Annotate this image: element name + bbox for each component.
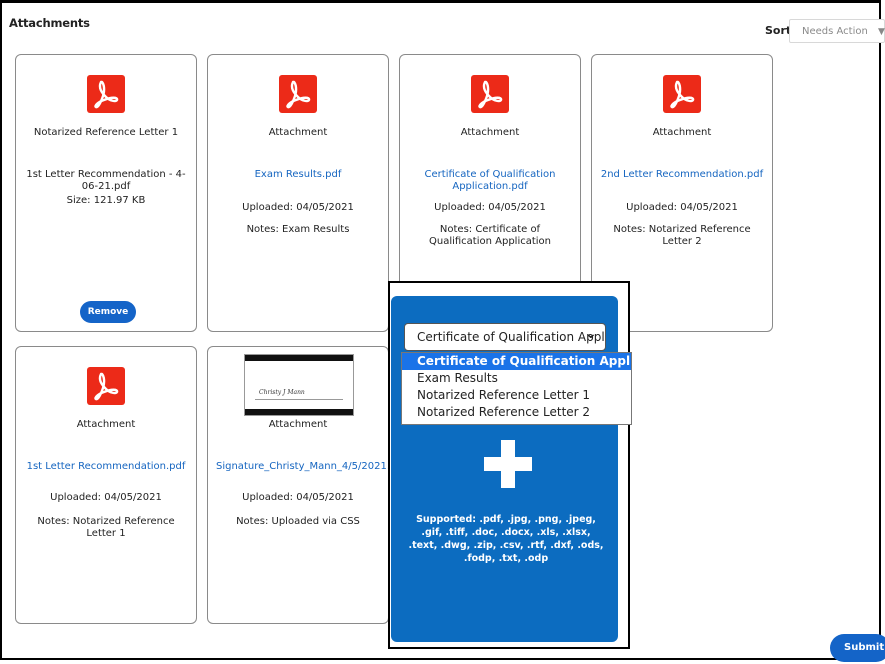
attachment-card: Attachment Exam Results.pdf Uploaded: 04… bbox=[207, 54, 389, 332]
dropdown-option[interactable]: Exam Results bbox=[402, 370, 631, 387]
attachment-card: Notarized Reference Letter 1 1st Letter … bbox=[15, 54, 197, 332]
document-type-dropdown: Certificate of Qualification Application… bbox=[401, 352, 632, 425]
card-filename: 1st Letter Recommendation - 4-06-21.pdf bbox=[26, 169, 186, 192]
document-type-select[interactable]: Certificate of Qualification Application bbox=[404, 323, 606, 351]
chevron-down-icon[interactable]: ⌄ bbox=[585, 326, 597, 342]
dropdown-option[interactable]: Notarized Reference Letter 2 bbox=[402, 404, 631, 421]
chevron-down-icon[interactable]: ▼ bbox=[878, 27, 885, 37]
card-file-link[interactable]: Exam Results.pdf bbox=[218, 169, 378, 181]
supported-formats: Supported: .pdf, .jpg, .png, .jpeg, .gif… bbox=[408, 514, 604, 564]
pdf-icon bbox=[279, 75, 317, 113]
page-title: Attachments bbox=[9, 16, 90, 30]
submit-button[interactable]: Submit bbox=[830, 634, 885, 662]
attachment-card: Attachment 1st Letter Recommendation.pdf… bbox=[15, 346, 197, 624]
card-uploaded: Uploaded: 04/05/2021 bbox=[626, 202, 738, 213]
card-type: Notarized Reference Letter 1 bbox=[33, 127, 179, 138]
dropdown-option[interactable]: Certificate of Qualification Application bbox=[402, 353, 631, 370]
signature-image: Christy J Mann bbox=[259, 389, 305, 396]
card-uploaded: Uploaded: 04/05/2021 bbox=[434, 202, 546, 213]
card-file-link[interactable]: 1st Letter Recommendation.pdf bbox=[26, 461, 186, 473]
card-uploaded: Uploaded: 04/05/2021 bbox=[50, 492, 162, 503]
card-type: Attachment bbox=[652, 127, 712, 138]
attachment-card: Christy J Mann Attachment Signature_Chri… bbox=[207, 346, 406, 624]
card-type: Attachment bbox=[268, 419, 328, 430]
signature-thumbnail: Christy J Mann bbox=[244, 354, 354, 416]
card-notes: Notes: Notarized Reference Letter 2 bbox=[613, 224, 751, 247]
card-type: Attachment bbox=[460, 127, 520, 138]
pdf-icon bbox=[663, 75, 701, 113]
card-type: Attachment bbox=[268, 127, 328, 138]
card-uploaded: Uploaded: 04/05/2021 bbox=[242, 202, 354, 213]
card-notes: Notes: Notarized Reference Letter 1 bbox=[37, 516, 175, 539]
pdf-icon bbox=[87, 367, 125, 405]
remove-button[interactable]: Remove bbox=[80, 301, 136, 323]
card-notes: Notes: Certificate of Qualification Appl… bbox=[428, 224, 552, 247]
pdf-icon bbox=[471, 75, 509, 113]
card-size: Size: 121.97 KB bbox=[66, 195, 146, 206]
card-file-link[interactable]: Signature_Christy_Mann_4/5/2021.jpg bbox=[216, 461, 406, 473]
card-file-link[interactable]: Certificate of Qualification Application… bbox=[422, 169, 558, 193]
dropdown-option[interactable]: Notarized Reference Letter 1 bbox=[402, 387, 631, 404]
card-notes: Notes: Exam Results bbox=[246, 224, 350, 235]
card-file-link[interactable]: 2nd Letter Recommendation.pdf bbox=[596, 169, 768, 181]
card-notes: Notes: Uploaded via CSS bbox=[236, 516, 360, 527]
sort-label: Sort bbox=[765, 24, 792, 37]
plus-icon[interactable] bbox=[484, 457, 532, 471]
sort-select[interactable]: Needs Action bbox=[789, 19, 885, 43]
card-type: Attachment bbox=[76, 419, 136, 430]
pdf-icon bbox=[87, 75, 125, 113]
card-uploaded: Uploaded: 04/05/2021 bbox=[242, 492, 354, 503]
